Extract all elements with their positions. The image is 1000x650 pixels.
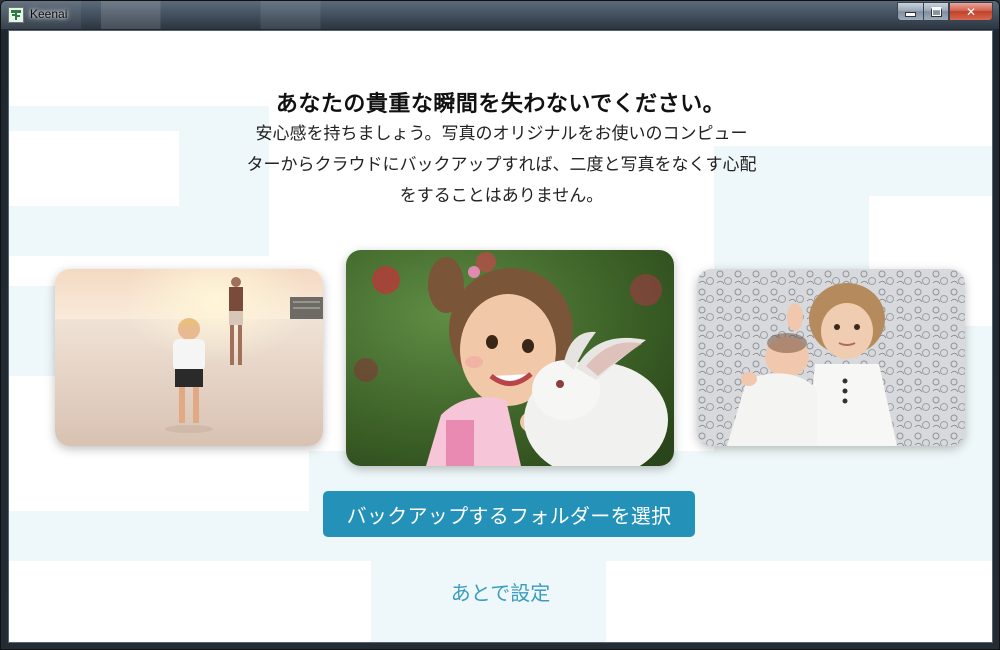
girl-with-rabbit-photo — [346, 250, 674, 466]
headline: あなたの貴重な瞬間を失わないでください。 — [275, 92, 726, 117]
title-bar-background — [1, 1, 999, 29]
background-pattern — [9, 451, 309, 511]
app-window: Keenai ✕ あなたの貴重な瞬間を失わないでください。 安心感を持ちましょう… — [0, 0, 1000, 650]
close-icon: ✕ — [965, 4, 977, 19]
window-title: Keenai — [30, 7, 68, 21]
onboarding-panel: あなたの貴重な瞬間を失わないでください。 安心感を持ちましょう。写真のオリジナル… — [8, 30, 993, 643]
close-button[interactable]: ✕ — [949, 2, 993, 21]
app-logo-icon[interactable] — [8, 7, 24, 23]
title-bar[interactable]: Keenai ✕ — [1, 1, 999, 29]
select-backup-folder-button[interactable]: バックアップするフォルダーを選択 — [323, 491, 695, 537]
background-pattern — [9, 131, 179, 206]
description-line: 安心感を持ちましょう。写真のオリジナルをお使いのコンピュー — [255, 124, 748, 144]
minimize-button[interactable] — [897, 2, 923, 21]
setup-later-link[interactable]: あとで設定 — [9, 577, 992, 606]
baby-and-girl-photo — [697, 269, 965, 446]
maximize-button[interactable] — [923, 2, 949, 21]
child-on-beach-photo — [55, 269, 323, 446]
description-line: ターからクラウドにバックアップすれば、二度と写真をなくす心配 — [246, 155, 757, 175]
description: 安心感を持ちましょう。写真のオリジナルをお使いのコンピュー ターからクラウドにバ… — [189, 119, 814, 212]
minimize-icon — [905, 12, 916, 17]
maximize-icon — [930, 6, 942, 17]
window-controls: ✕ — [897, 2, 993, 21]
description-line: をすることはありません。 — [399, 186, 604, 206]
